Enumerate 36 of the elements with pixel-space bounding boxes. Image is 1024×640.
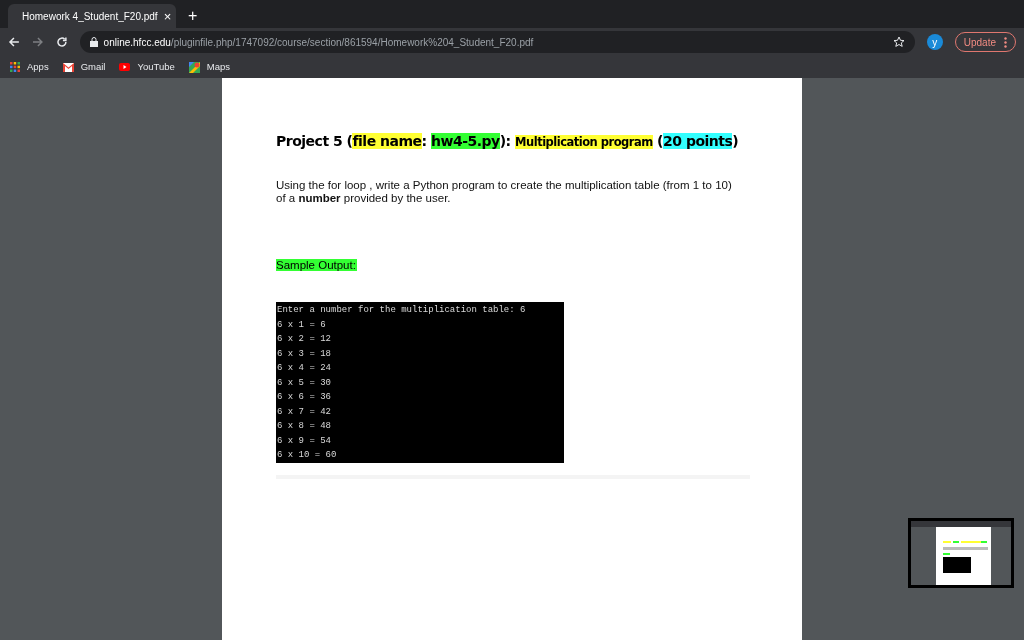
play-icon	[119, 63, 131, 71]
sample-output-label: Sample Output:	[276, 259, 357, 271]
back-icon[interactable]	[8, 36, 20, 48]
profile-avatar[interactable]: y	[926, 34, 943, 50]
console-line: 6 x 3 = 18	[276, 347, 332, 361]
new-tab-button[interactable]: +	[188, 8, 198, 24]
apps-grid-icon	[10, 62, 20, 72]
bookmark-link[interactable]: Apps	[10, 59, 49, 75]
address-bar[interactable]: online.hfcc.edu/pluginfile.php/1747092/course/section/861594/Homework%204_Student_F20.pdf	[79, 31, 915, 53]
url-text: online.hfcc.edu/pluginfile.php/1747092/course/section/861594/Homework%204_Student_F20.pdf	[103, 35, 535, 50]
page-thumbnail-drawing[interactable]	[908, 518, 1014, 588]
console-line: Enter a number for the multiplication table: 6	[276, 304, 527, 317]
console-line: 6 x 9 = 54	[276, 434, 332, 448]
bookmark-link[interactable]: YouTube	[119, 59, 175, 75]
console-line: 6 x 8 = 48	[276, 420, 332, 433]
envelope-icon	[62, 62, 74, 72]
console-line: 6 x 10 = 60	[276, 449, 338, 462]
forward-icon[interactable]	[31, 36, 44, 48]
console-line: 6 x 2 = 12	[276, 333, 332, 346]
map-icon	[188, 61, 200, 73]
bookmark-link[interactable]: Gmail	[62, 59, 106, 75]
instructions-paragraph: Using the for loop , write a Python program to create the multiplication table (from 1 to 10) of a number provided by the user.	[276, 179, 733, 205]
lock-icon	[89, 37, 98, 47]
bookmark-link[interactable]: Maps	[188, 59, 231, 75]
console-line: 6 x 5 = 30	[276, 376, 332, 390]
console-line: 6 x 1 = 6	[276, 318, 327, 332]
more-icon	[1004, 36, 1007, 48]
console-line: 6 x 7 = 42	[276, 405, 332, 419]
star-icon[interactable]	[892, 36, 905, 48]
console-line: 6 x 6 = 36	[276, 391, 332, 404]
reload-icon[interactable]	[55, 36, 68, 48]
console-line: 6 x 4 = 24	[276, 362, 332, 375]
tab-title: Homework 4_Student_F20.pdf	[22, 9, 158, 24]
update-label: Update	[963, 35, 996, 50]
close-tab-button[interactable]: ×	[163, 9, 172, 23]
browser-tab[interactable]: Homework 4_Student_F20.pdf ×	[8, 4, 176, 28]
